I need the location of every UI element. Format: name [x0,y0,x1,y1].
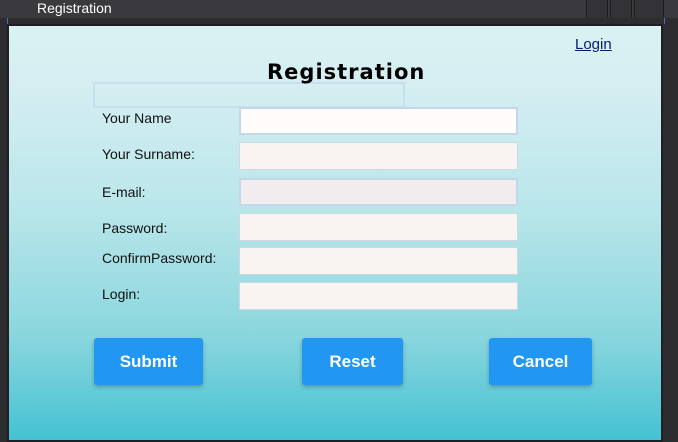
login-label: Login: [102,286,141,302]
name-label: Your Name [102,110,172,126]
confirm-password-field[interactable] [239,247,518,275]
window-edge-right [664,18,665,24]
page-title: Registration [267,60,426,84]
title-bar: Registration [0,0,678,18]
email-field[interactable] [239,178,518,206]
heading-frame [93,82,405,108]
email-label: E-mail: [102,184,146,200]
cancel-button[interactable]: Cancel [489,338,592,385]
title-bar-control[interactable] [586,0,608,18]
password-label: Password: [102,220,168,236]
window-title: Registration [37,0,112,16]
title-bar-control[interactable] [634,0,664,18]
submit-button[interactable]: Submit [94,338,203,385]
confirm-password-label: ConfirmPassword: [102,250,217,266]
surname-label: Your Surname: [102,146,195,162]
reset-button[interactable]: Reset [302,338,403,385]
name-field[interactable] [239,107,518,135]
login-link[interactable]: Login [575,36,612,53]
title-bar-control[interactable] [610,0,632,18]
login-field[interactable] [239,282,518,310]
registration-window: Login Registration Your Name Your Surnam… [7,24,663,442]
password-field[interactable] [239,213,518,241]
surname-field[interactable] [239,142,518,170]
